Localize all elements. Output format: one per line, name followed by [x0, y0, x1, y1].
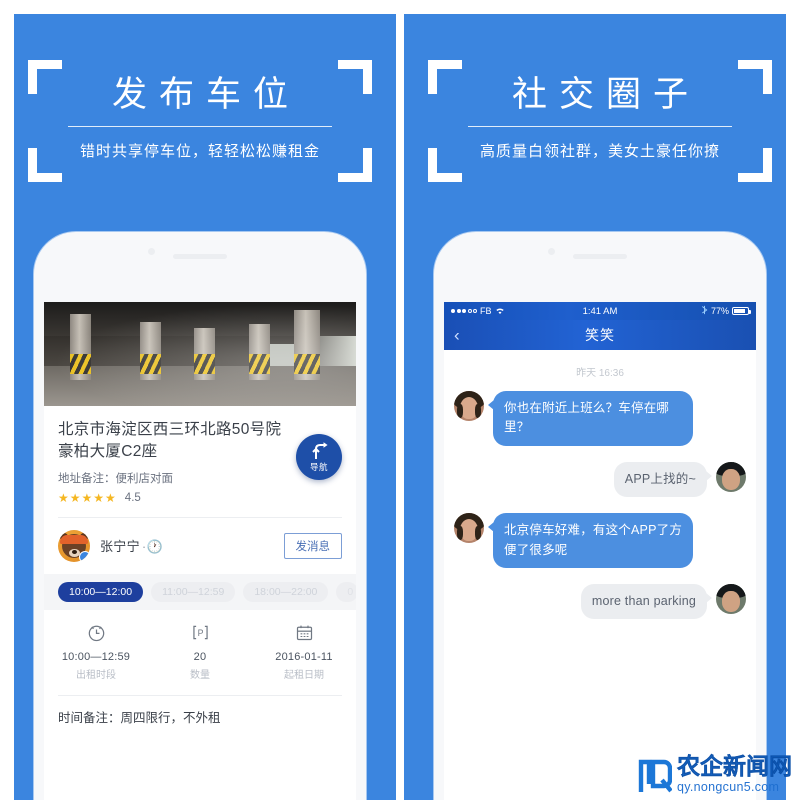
- owner-name: 张宁宁 ·🕐: [100, 539, 164, 555]
- earpiece-speaker: [573, 254, 627, 259]
- front-camera-icon: [148, 248, 155, 255]
- panel-subtitle: 高质量白领社群，美女土豪任你撩: [479, 143, 720, 160]
- avatar[interactable]: [454, 513, 484, 544]
- avatar[interactable]: [716, 583, 746, 614]
- back-chevron-icon[interactable]: ‹: [454, 327, 460, 344]
- promo-panel-social: 社交圈子 高质量白领社群，美女土豪任你撩 FB 1:41 AM 77% ‹ 笑笑…: [400, 0, 800, 800]
- chat-timestamp: 昨天 16:36: [576, 368, 624, 379]
- listing-address-block: 北京市海淀区西三环北路50号院豪柏大厦C2座 地址备注：便利店对面 ★★★★★ …: [44, 406, 356, 513]
- stat-value: 2016-01-11: [275, 650, 333, 663]
- stat-rental-period: 10:00—12:59 出租时段: [44, 622, 148, 681]
- status-bar-time: 1:41 AM: [582, 305, 618, 317]
- status-bar: FB 1:41 AM 77%: [444, 302, 756, 320]
- watermark-name: 农企新闻网: [677, 753, 792, 779]
- stat-start-date: 2016-01-11 起租日期: [252, 622, 356, 681]
- rating-value: 4.5: [124, 491, 141, 504]
- listing-stats-row: 10:00—12:59 出租时段 P 20 数量 2016-01-11 起租日期: [44, 609, 356, 691]
- stat-label: 数量: [190, 669, 210, 681]
- parking-garage-photo[interactable]: [44, 302, 356, 406]
- chat-message-row: APP上找的~: [454, 461, 746, 498]
- title-divider: [468, 126, 732, 127]
- phone-mockup-listing: 北京市海淀区西三环北路50号院豪柏大厦C2座 地址备注：便利店对面 ★★★★★ …: [34, 232, 366, 800]
- panel-title: 发布车位: [111, 75, 300, 114]
- time-chip[interactable]: 18:00—22:00: [243, 581, 329, 602]
- watermark-logo-icon: [638, 758, 673, 794]
- time-slot-chips: 10:00—12:00 11:00—12:59 18:00—22:00 0: [44, 573, 356, 610]
- chat-title: 笑笑: [585, 327, 615, 343]
- promo-panel-publish: 发布车位 错时共享停车位，轻轻松松赚租金 北京市海淀区西三环北路50号院豪柏大厦…: [0, 0, 400, 800]
- panel-subtitle: 错时共享停车位，轻轻松松赚租金: [79, 143, 320, 160]
- navigate-button-label: 导航: [309, 462, 328, 472]
- stat-value: 20: [193, 650, 207, 663]
- parking-icon: P: [148, 622, 252, 646]
- time-note: 时间备注：周四限行，不外租: [58, 710, 221, 725]
- listing-screen: 北京市海淀区西三环北路50号院豪柏大厦C2座 地址备注：便利店对面 ★★★★★ …: [44, 302, 356, 800]
- watermark-url: qy.nongcun5.com: [677, 780, 780, 794]
- clock-icon: ·🕐: [141, 539, 164, 555]
- front-camera-icon: [548, 248, 555, 255]
- chat-message-row: 你也在附近上班么？车停在哪里？: [454, 391, 746, 446]
- time-chip[interactable]: 11:00—12:59: [151, 581, 236, 602]
- panel-title: 社交圈子: [511, 75, 700, 114]
- chat-navbar: ‹ 笑笑: [444, 320, 756, 350]
- listing-owner-row: 张宁宁 ·🕐 发消息: [44, 518, 356, 574]
- stat-label: 起租日期: [284, 669, 324, 681]
- navigation-arrow-icon: [312, 442, 328, 459]
- chat-message-row: more than parking: [454, 583, 746, 620]
- panel-gutter: [398, 0, 402, 800]
- earpiece-speaker: [173, 254, 227, 259]
- chat-screen: FB 1:41 AM 77% ‹ 笑笑 昨天 16:36 你也在附近上班么？车停…: [444, 302, 756, 800]
- star-rating-icon: ★★★★★: [58, 490, 117, 505]
- battery-icon: [732, 307, 751, 315]
- listing-rating-row: ★★★★★ 4.5: [58, 491, 342, 505]
- promo-stage: 发布车位 错时共享停车位，轻轻松松赚租金 北京市海淀区西三环北路50号院豪柏大厦…: [0, 0, 800, 800]
- phone-mockup-chat: FB 1:41 AM 77% ‹ 笑笑 昨天 16:36 你也在附近上班么？车停…: [434, 232, 766, 800]
- time-chip[interactable]: 0: [336, 581, 356, 602]
- avatar[interactable]: [716, 461, 746, 492]
- send-message-button[interactable]: 发消息: [283, 532, 342, 559]
- title-divider: [68, 126, 332, 127]
- chat-bubble[interactable]: APP上找的~: [613, 461, 713, 498]
- chat-bubble[interactable]: more than parking: [580, 583, 713, 620]
- chat-bubble[interactable]: 你也在附近上班么？车停在哪里？: [488, 391, 693, 446]
- stat-label: 出租时段: [76, 669, 116, 681]
- chat-messages: 昨天 16:36 你也在附近上班么？车停在哪里？ APP上找的~ 北京停车好难，…: [444, 350, 756, 620]
- time-chip[interactable]: 10:00—12:00: [58, 581, 144, 602]
- stat-value: 10:00—12:59: [61, 650, 131, 663]
- watermark: 农企新闻网 qy.nongcun5.com: [638, 753, 792, 794]
- calendar-icon: [252, 622, 356, 646]
- avatar[interactable]: [58, 529, 90, 562]
- stat-quantity: P 20 数量: [148, 622, 252, 681]
- chat-message-row: 北京停车好难，有这个APP了方便了很多呢: [454, 513, 746, 568]
- clock-icon: [44, 622, 148, 646]
- svg-text:P: P: [197, 628, 203, 638]
- chat-bubble[interactable]: 北京停车好难，有这个APP了方便了很多呢: [488, 513, 693, 568]
- navigate-button[interactable]: 导航: [296, 434, 342, 480]
- avatar[interactable]: [454, 391, 484, 421]
- avatar-badge: [79, 550, 90, 562]
